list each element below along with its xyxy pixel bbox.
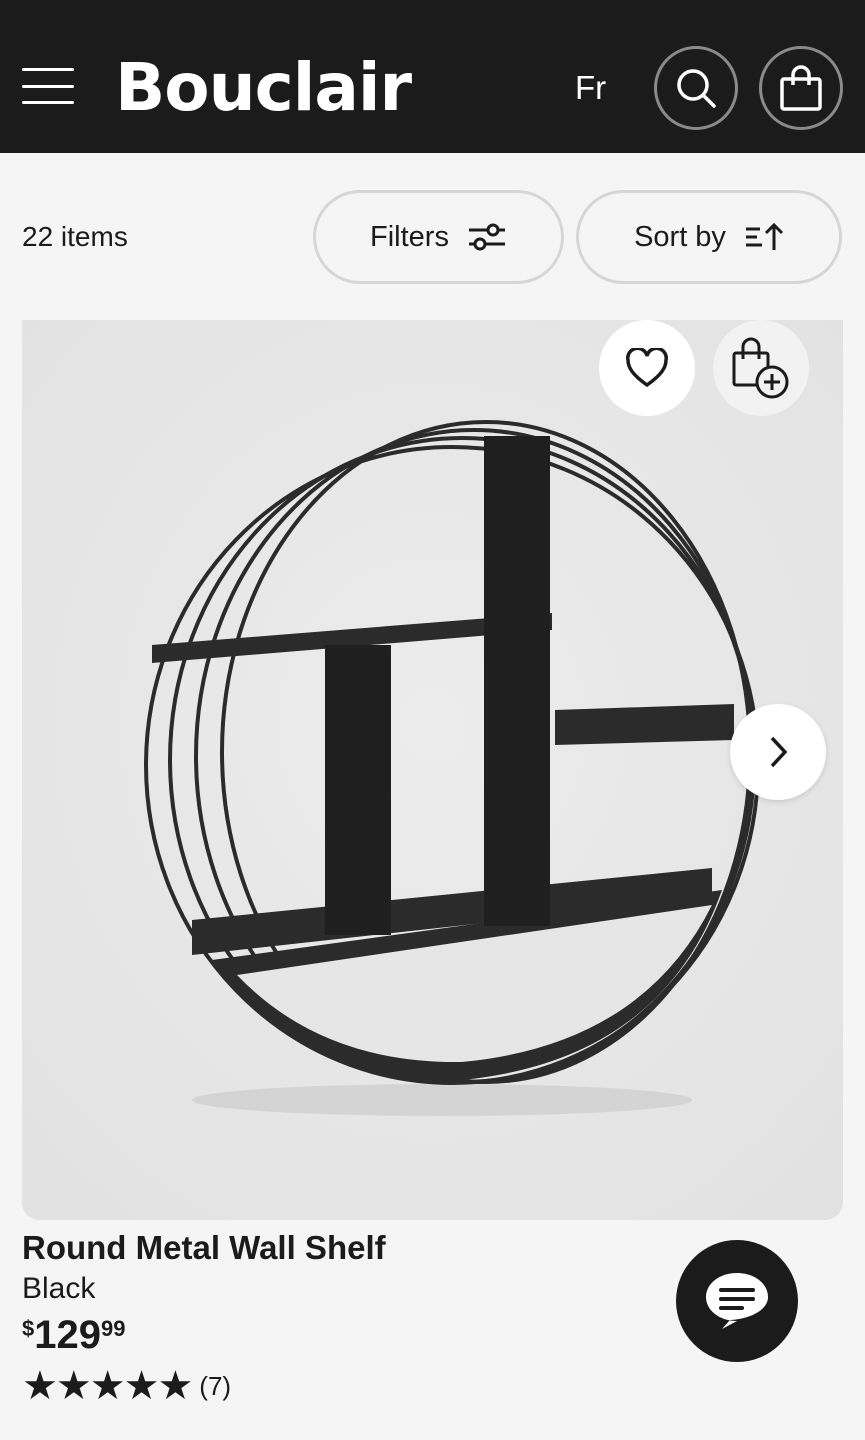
next-image-button[interactable]: [730, 704, 826, 800]
hamburger-menu-icon[interactable]: [22, 68, 76, 106]
cart-button[interactable]: [759, 46, 843, 130]
star-rating-icon: ★★★★★: [22, 1363, 193, 1409]
shopping-bag-icon: [780, 65, 822, 111]
filter-sliders-icon: [468, 223, 505, 251]
product-rating[interactable]: ★★★★★ (7): [22, 1366, 231, 1406]
chat-bubble-icon: [706, 1273, 768, 1329]
sort-label: Sort by: [634, 220, 726, 253]
chevron-right-icon: [770, 736, 788, 768]
sort-button[interactable]: Sort by: [576, 190, 842, 284]
price-currency: $: [22, 1316, 35, 1341]
sort-icon: [745, 222, 783, 250]
chat-button[interactable]: [676, 1240, 798, 1362]
price-dollars: 129: [34, 1313, 101, 1357]
site-header: Bouclair Fr: [0, 0, 865, 153]
item-count: 22 items: [22, 221, 128, 252]
search-button[interactable]: [654, 46, 738, 130]
product-title[interactable]: Round Metal Wall Shelf: [22, 1228, 386, 1268]
search-icon: [677, 69, 716, 108]
bag-plus-icon: [732, 337, 789, 399]
wishlist-button[interactable]: [599, 320, 695, 416]
product-card[interactable]: [22, 320, 843, 1220]
price-cents: 99: [101, 1316, 126, 1341]
review-count: (7): [199, 1370, 232, 1401]
brand-logo[interactable]: Bouclair: [115, 48, 412, 128]
product-image[interactable]: [22, 320, 843, 1220]
filters-label: Filters: [370, 220, 449, 253]
language-toggle[interactable]: Fr: [575, 68, 606, 108]
add-to-cart-button[interactable]: [713, 320, 809, 416]
product-price: $ 129 99: [22, 1312, 125, 1358]
filters-button[interactable]: Filters: [313, 190, 564, 284]
heart-icon: [626, 348, 668, 388]
product-color: Black: [22, 1272, 96, 1305]
